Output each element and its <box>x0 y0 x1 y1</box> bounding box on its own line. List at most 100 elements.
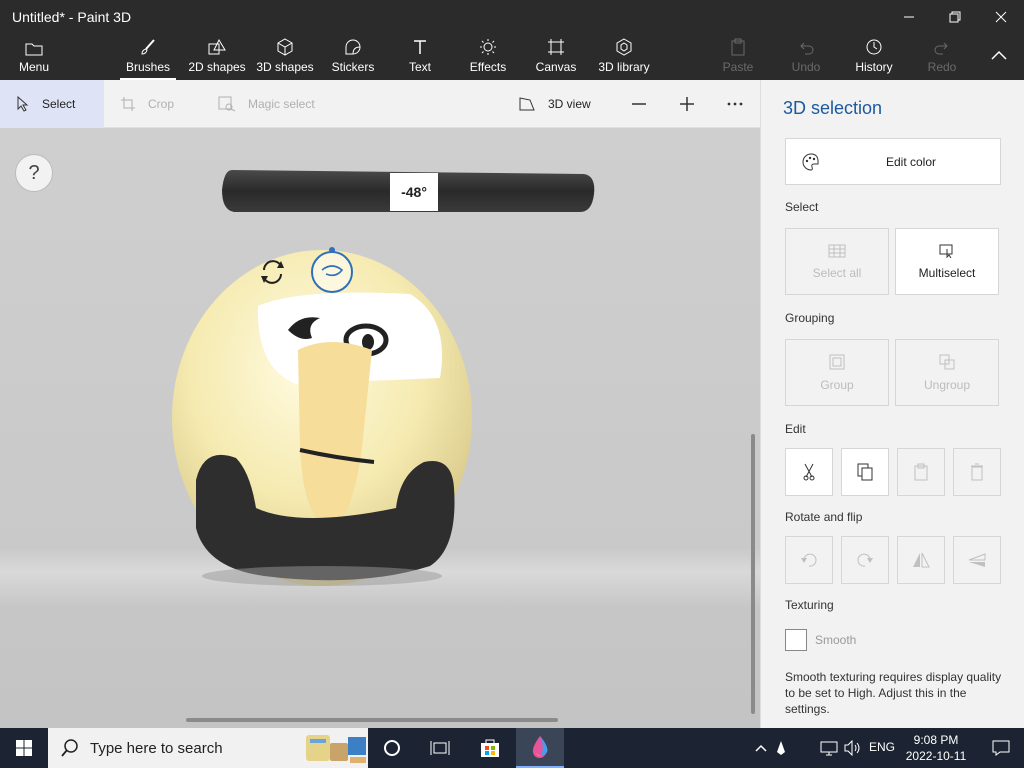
paste-label: Paste <box>722 60 754 74</box>
zoom-in-button[interactable] <box>678 80 708 128</box>
help-button[interactable]: ? <box>15 154 53 192</box>
tool-label: Effects <box>469 60 507 74</box>
tool-label: Canvas <box>535 60 577 74</box>
paste-panel-button[interactable] <box>897 448 945 496</box>
history-button[interactable]: History <box>850 34 898 80</box>
window-title: Untitled* - Paint 3D <box>12 9 132 25</box>
tool-3d-shapes[interactable]: 3D shapes <box>254 34 316 80</box>
language-indicator[interactable]: ENG <box>869 740 895 754</box>
volume-button[interactable] <box>842 728 864 768</box>
zoom-out-button[interactable] <box>630 80 660 128</box>
redo-label: Redo <box>927 60 957 74</box>
3d-view-button[interactable]: 3D view <box>518 80 591 128</box>
chevron-up-icon <box>755 744 767 752</box>
minus-icon <box>632 103 646 105</box>
tool-3d-library[interactable]: 3D library <box>594 34 654 80</box>
start-button[interactable] <box>0 728 48 768</box>
magic-select-button[interactable]: Magic select <box>218 80 315 128</box>
task-view-button[interactable] <box>416 728 464 768</box>
collapse-ribbon-button[interactable] <box>984 34 1014 80</box>
close-button[interactable] <box>978 0 1024 34</box>
show-hidden-icons-button[interactable] <box>750 728 772 768</box>
minimize-icon <box>904 16 914 18</box>
rotate-pin <box>329 247 335 253</box>
multiselect-icon <box>939 244 953 258</box>
smooth-note: Smooth texturing requires display qualit… <box>785 670 1002 716</box>
smooth-checkbox[interactable] <box>785 629 807 651</box>
store-button[interactable] <box>466 728 514 768</box>
history-icon <box>866 39 882 55</box>
scissors-icon <box>803 463 815 481</box>
edit-color-button[interactable]: Edit color <box>785 138 1001 185</box>
crop-button[interactable]: Crop <box>120 80 174 128</box>
more-options-button[interactable] <box>726 80 756 128</box>
paste-button[interactable]: Paste <box>718 34 758 80</box>
select-all-label: Select all <box>812 265 862 280</box>
rotation-angle-readout: -48° <box>390 173 438 211</box>
tool-2d-shapes[interactable]: 2D shapes <box>186 34 248 80</box>
select-tool-button[interactable]: Select <box>0 80 104 128</box>
network-button[interactable] <box>818 728 840 768</box>
menu-label: Menu <box>18 60 50 74</box>
3d-scene[interactable] <box>0 128 760 728</box>
magic-select-icon <box>218 96 236 112</box>
tool-stickers[interactable]: Stickers <box>326 34 380 80</box>
pen-button[interactable] <box>772 728 790 768</box>
flip-vertical-button[interactable] <box>953 536 1001 584</box>
palette-icon <box>802 153 819 171</box>
rotate-left-button[interactable] <box>785 536 833 584</box>
delete-button[interactable] <box>953 448 1001 496</box>
copy-button[interactable] <box>841 448 889 496</box>
minimize-button[interactable] <box>886 0 932 34</box>
rotate-right-button[interactable] <box>841 536 889 584</box>
select-all-button[interactable]: Select all <box>785 228 889 295</box>
canvas-area[interactable]: ? -48° <box>0 128 760 728</box>
edit-section-label: Edit <box>785 422 806 436</box>
network-icon <box>820 741 838 756</box>
undo-icon <box>800 42 814 55</box>
history-label: History <box>855 60 893 74</box>
flip-horizontal-button[interactable] <box>897 536 945 584</box>
action-center-button[interactable] <box>978 728 1024 768</box>
title-bar: Untitled* - Paint 3D <box>0 0 1024 34</box>
undo-button[interactable]: Undo <box>786 34 826 80</box>
multiselect-label: Multiselect <box>918 265 976 280</box>
multiselect-button[interactable]: Multiselect <box>895 228 999 295</box>
circle-icon <box>384 740 400 756</box>
folder-icon <box>25 43 43 56</box>
taskbar-search-box[interactable]: Type here to search <box>48 728 368 768</box>
menu-button[interactable]: Menu <box>10 34 58 80</box>
cube-icon <box>277 38 293 56</box>
group-label: Group <box>820 377 854 392</box>
plus-icon <box>680 97 694 111</box>
rotate-handle[interactable] <box>311 251 353 293</box>
pen-icon <box>777 741 785 755</box>
cortana-button[interactable] <box>368 728 416 768</box>
redo-button[interactable]: Redo <box>922 34 962 80</box>
paint3d-taskbar-button[interactable] <box>516 728 564 768</box>
close-icon <box>995 11 1007 23</box>
ungroup-icon <box>939 354 955 369</box>
clock[interactable]: 9:08 PM 2022-10-11 <box>900 732 972 764</box>
ungroup-button[interactable]: Ungroup <box>895 339 999 406</box>
cut-button[interactable] <box>785 448 833 496</box>
tool-label: 3D library <box>598 60 650 74</box>
paste-icon <box>914 463 928 481</box>
search-highlight-illustration <box>306 735 366 763</box>
vertical-scrollbar[interactable] <box>751 434 755 714</box>
3d-view-icon <box>519 97 535 111</box>
restore-button[interactable] <box>932 0 978 34</box>
tool-brushes[interactable]: Brushes <box>120 34 176 80</box>
tool-text[interactable]: Text <box>398 34 442 80</box>
group-button[interactable]: Group <box>785 339 889 406</box>
chevron-up-icon <box>991 50 1007 60</box>
tool-label[interactable]: 3D shapes <box>256 60 313 74</box>
clock-date: 2022-10-11 <box>905 749 967 763</box>
shadow <box>202 566 442 586</box>
magic-select-label: Magic select <box>248 97 315 111</box>
sun-icon <box>480 39 496 55</box>
select-label: Select <box>42 97 76 111</box>
tool-canvas[interactable]: Canvas <box>532 34 580 80</box>
horizontal-scrollbar[interactable] <box>186 718 558 722</box>
tool-effects[interactable]: Effects <box>466 34 510 80</box>
